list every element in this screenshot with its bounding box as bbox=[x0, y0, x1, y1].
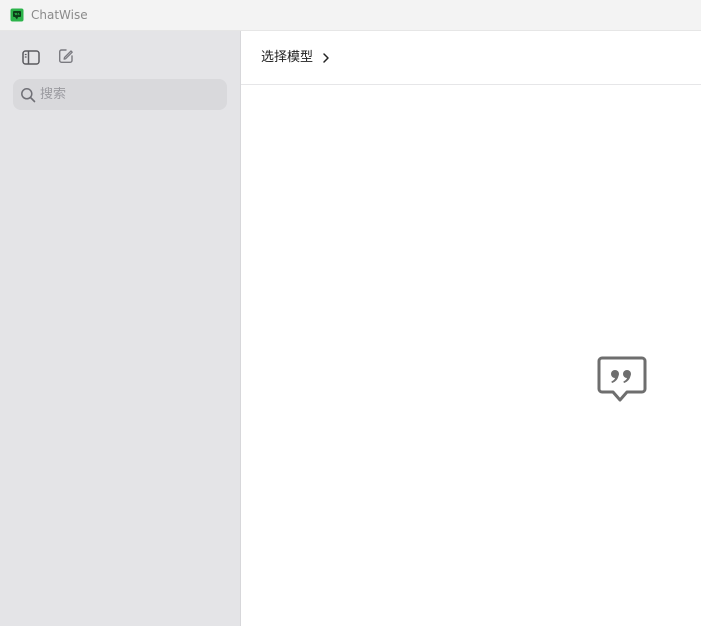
new-chat-button[interactable] bbox=[53, 44, 79, 68]
title-bar[interactable]: ChatWise bbox=[0, 0, 701, 31]
chatwise-logo-icon bbox=[10, 8, 24, 22]
window-title: ChatWise bbox=[31, 8, 88, 22]
sidebar-toggle-icon bbox=[22, 49, 40, 65]
sidebar bbox=[0, 31, 241, 626]
search-input[interactable] bbox=[40, 87, 220, 102]
app-window: ChatWise 选择模型 bbox=[0, 0, 701, 626]
model-selector-button[interactable]: 选择模型 bbox=[261, 48, 331, 68]
search-icon bbox=[21, 87, 36, 102]
compose-icon bbox=[59, 49, 73, 63]
quote-bubble-icon bbox=[597, 356, 647, 402]
chat-header: 选择模型 bbox=[241, 31, 701, 85]
chevron-right-icon bbox=[323, 53, 329, 63]
chat-area: 选择模型 bbox=[241, 31, 701, 626]
sidebar-toggle-button[interactable] bbox=[18, 45, 44, 69]
model-selector-label: 选择模型 bbox=[261, 50, 314, 65]
search-box[interactable] bbox=[13, 79, 227, 110]
